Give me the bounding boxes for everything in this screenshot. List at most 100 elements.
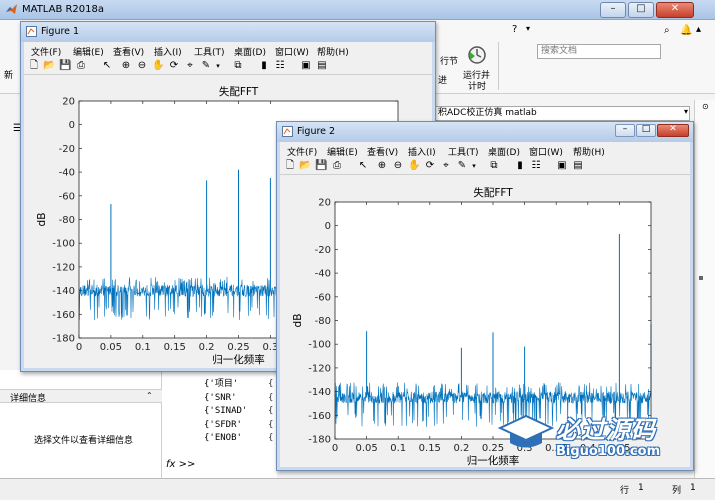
run-and-time-icon[interactable] [466,44,488,66]
figure-2-maximize-button[interactable]: □ [636,124,656,137]
y-tick-label: -60 [59,191,75,202]
y-tick-label: 20 [62,97,75,108]
show-plot-tools-icon[interactable]: ▤ [316,60,328,72]
menu-desktop[interactable]: 桌面(D) [234,45,266,58]
open-file-icon[interactable]: 📂 [43,60,55,72]
zoom-in-icon[interactable]: ⊕ [376,160,388,172]
menu-window[interactable]: 窗口(W) [275,45,309,58]
menu-tools[interactable]: 工具(T) [194,45,225,58]
zoom-out-icon[interactable]: ⊖ [392,160,404,172]
y-tick-label: -100 [52,239,75,250]
advance-label[interactable]: 进 [438,73,447,86]
x-tick-label: 0.2 [453,443,469,454]
address-dropdown-icon[interactable]: ▾ [684,107,688,116]
brush-icon[interactable]: ✎ [456,160,468,172]
menu-tools[interactable]: 工具(T) [448,145,479,158]
details-header[interactable]: 详细信息 ⌃ [0,389,162,404]
figure-2-toolbar: 🗋 📂 💾 ⎙ ↖ ⊕ ⊖ ✋ ⟳ ⌖ ✎ ▾ ⧉ ▮ ☷ ▣ ▤ [280,158,690,175]
menu-desktop[interactable]: 桌面(D) [488,145,520,158]
watermark-cn-text: 必过源码 [556,416,656,444]
figure-1-toolbar: 🗋 📂 💾 ⎙ ↖ ⊕ ⊖ ✋ ⟳ ⌖ ✎ ▾ ⧉ ▮ ☷ ▣ ▤ [24,58,432,75]
menu-insert[interactable]: 插入(I) [154,45,182,58]
minimize-toolstrip-icon[interactable]: ▴ [696,24,701,35]
new-figure-icon[interactable]: 🗋 [28,60,40,72]
run-section-label[interactable]: 行节 [440,54,458,67]
menu-view[interactable]: 查看(V) [367,145,398,158]
menu-window[interactable]: 窗口(W) [529,145,563,158]
y-tick-label: -80 [315,316,331,327]
legend-icon[interactable]: ☷ [530,160,542,172]
select-arrow-icon[interactable]: ↖ [357,160,369,172]
legend-icon[interactable]: ☷ [274,60,286,72]
watermark-en-text: Biguo100.com [556,444,661,459]
hide-plot-tools-icon[interactable]: ▣ [556,160,568,172]
search-documentation-input[interactable]: 搜索文档 [537,44,661,59]
menu-edit[interactable]: 编辑(E) [327,145,358,158]
y-tick-label: -60 [315,292,331,303]
new-figure-icon[interactable]: 🗋 [284,160,296,172]
select-arrow-icon[interactable]: ↖ [101,60,113,72]
menu-file[interactable]: 文件(F) [287,145,317,158]
figure-2-close-button[interactable]: ✕ [657,124,689,137]
save-icon[interactable]: 💾 [315,160,327,172]
y-axis-label: dB [36,213,48,227]
toolstrip-divider [498,42,499,90]
command-line: {'ENOB' [204,433,242,443]
y-tick-label: -40 [59,168,75,179]
dropdown-icon[interactable]: ▾ [526,24,530,33]
show-plot-tools-icon[interactable]: ▤ [572,160,584,172]
x-tick-label: 0.2 [199,342,215,353]
workspace-menu-icon[interactable]: ⊙ [702,102,709,111]
brush-dropdown-icon[interactable]: ▾ [212,60,224,72]
link-plot-icon[interactable]: ⧉ [232,60,244,72]
pan-hand-icon[interactable]: ✋ [408,160,420,172]
rotate-3d-icon[interactable]: ⟳ [168,60,180,72]
brush-dropdown-icon[interactable]: ▾ [468,160,480,172]
run-and-time-label-2[interactable]: 计时 [468,79,486,92]
rotate-3d-icon[interactable]: ⟳ [424,160,436,172]
colorbar-icon[interactable]: ▮ [514,160,526,172]
hide-plot-tools-icon[interactable]: ▣ [300,60,312,72]
figure-1-titlebar[interactable]: Figure 1 [21,22,435,42]
link-plot-icon[interactable]: ⧉ [488,160,500,172]
command-line: {'项目' [204,379,239,389]
save-icon[interactable]: 💾 [59,60,71,72]
menu-help[interactable]: 帮助(H) [573,145,605,158]
command-output-lines: {'项目' {'SNR' {'SINAD' {'SFDR' {'ENOB' [204,378,247,446]
figure-2-titlebar[interactable]: Figure 2 – □ ✕ [277,122,693,142]
main-close-button[interactable]: ✕ [656,2,694,18]
colorbar-icon[interactable]: ▮ [258,60,270,72]
menu-file[interactable]: 文件(F) [31,45,61,58]
data-cursor-icon[interactable]: ⌖ [440,160,452,172]
print-icon[interactable]: ⎙ [75,60,87,72]
command-window[interactable]: {'项目' {'SNR' {'SINAD' {'SFDR' {'ENOB' { … [162,370,277,478]
brush-icon[interactable]: ✎ [200,60,212,72]
zoom-out-icon[interactable]: ⊖ [136,60,148,72]
menu-view[interactable]: 查看(V) [113,45,144,58]
help-icon[interactable]: ? [512,24,517,35]
y-tick-label: -40 [315,269,331,280]
zoom-in-icon[interactable]: ⊕ [120,60,132,72]
menu-edit[interactable]: 编辑(E) [73,45,104,58]
pan-hand-icon[interactable]: ✋ [152,60,164,72]
notification-bell-icon[interactable]: 🔔 [680,25,692,36]
search-magnifier-icon[interactable]: ⌕ [664,25,670,36]
y-tick-label: -120 [308,363,331,374]
current-folder-address[interactable]: 积ADC校正仿真 matlab [434,106,690,121]
main-maximize-button[interactable]: □ [628,2,654,18]
command-continuation: { { { { { [268,379,274,443]
open-file-icon[interactable]: 📂 [299,160,311,172]
main-minimize-button[interactable]: – [600,2,626,18]
menu-insert[interactable]: 插入(I) [408,145,436,158]
details-collapse-icon[interactable]: ⌃ [146,391,153,400]
menu-help[interactable]: 帮助(H) [317,45,349,58]
command-prompt[interactable]: fx >> [166,459,195,470]
data-cursor-icon[interactable]: ⌖ [184,60,196,72]
toolstrip-partial-label: 新 [4,71,14,81]
y-tick-label: -120 [52,262,75,273]
command-line: {'SFDR' [204,419,242,430]
figure-2-minimize-button[interactable]: – [615,124,635,137]
print-icon[interactable]: ⎙ [331,160,343,172]
y-tick-label: 20 [318,198,331,209]
chart-title: 失配FFT [473,186,513,199]
